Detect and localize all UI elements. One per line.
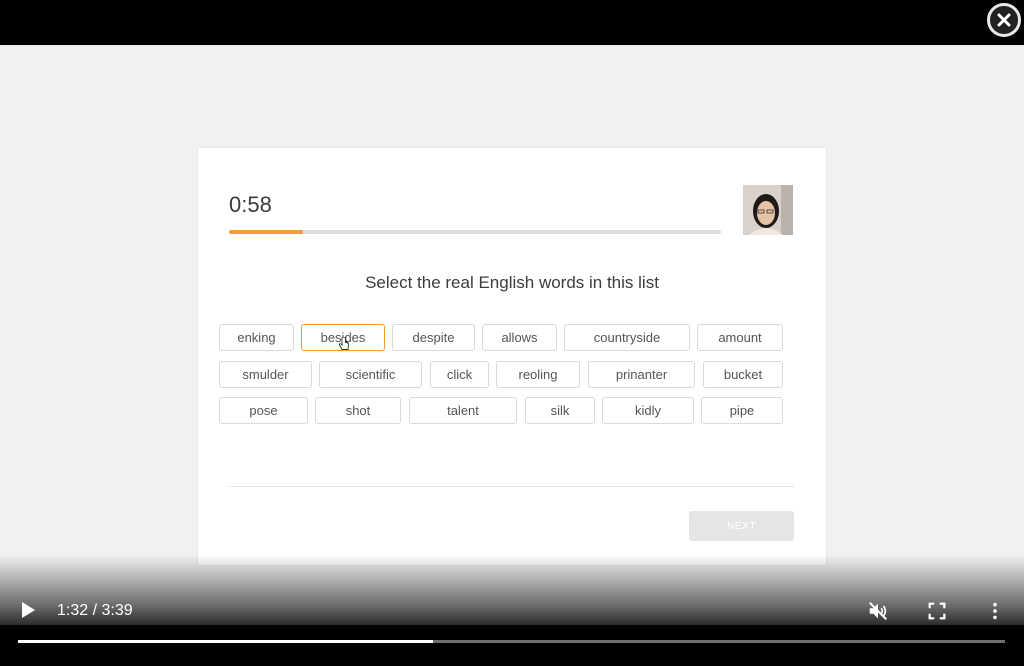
word-chip[interactable]: click xyxy=(430,361,489,388)
question-prompt: Select the real English words in this li… xyxy=(365,273,659,292)
card-divider xyxy=(229,486,794,487)
word-chip[interactable]: despite xyxy=(392,324,475,351)
word-chip[interactable]: talent xyxy=(409,397,517,424)
close-icon xyxy=(997,13,1011,27)
word-chip[interactable]: shot xyxy=(315,397,401,424)
webcam-preview xyxy=(743,185,793,235)
word-chip[interactable]: pipe xyxy=(701,397,783,424)
close-button[interactable] xyxy=(987,3,1021,37)
word-chip[interactable]: silk xyxy=(525,397,595,424)
word-chip[interactable]: enking xyxy=(219,324,294,351)
volume-muted-icon[interactable] xyxy=(867,600,889,622)
more-vert-icon[interactable] xyxy=(984,600,1006,622)
word-chip[interactable]: countryside xyxy=(564,324,690,351)
play-icon[interactable] xyxy=(20,601,36,619)
word-chip[interactable]: kidly xyxy=(602,397,694,424)
duration: 3:39 xyxy=(101,602,133,619)
video-stage: 0:58 Select the real English words in th… xyxy=(0,45,1024,625)
time-display: 1:32 / 3:39 xyxy=(57,602,133,620)
current-time: 1:32 xyxy=(57,602,89,619)
word-chip[interactable]: amount xyxy=(697,324,783,351)
word-chip[interactable]: bucket xyxy=(703,361,783,388)
hand-cursor-icon xyxy=(338,337,349,350)
next-button[interactable]: NEXT xyxy=(689,511,794,541)
fullscreen-icon[interactable] xyxy=(926,600,948,622)
time-separator: / xyxy=(88,602,102,619)
quiz-card: 0:58 Select the real English words in th… xyxy=(198,148,826,565)
word-chip[interactable]: allows xyxy=(482,324,557,351)
word-chip[interactable]: smulder xyxy=(219,361,312,388)
timer-progress-bar xyxy=(229,230,721,234)
video-played-fill xyxy=(18,640,433,643)
countdown-timer: 0:58 xyxy=(229,192,272,217)
word-chip[interactable]: scientific xyxy=(319,361,422,388)
video-top-bar xyxy=(0,0,1024,45)
timer-progress-fill xyxy=(229,230,303,234)
video-scrubber[interactable] xyxy=(18,640,1005,643)
word-chip[interactable]: reoling xyxy=(496,361,580,388)
word-chip[interactable]: pose xyxy=(219,397,308,424)
word-chip[interactable]: prinanter xyxy=(588,361,695,388)
